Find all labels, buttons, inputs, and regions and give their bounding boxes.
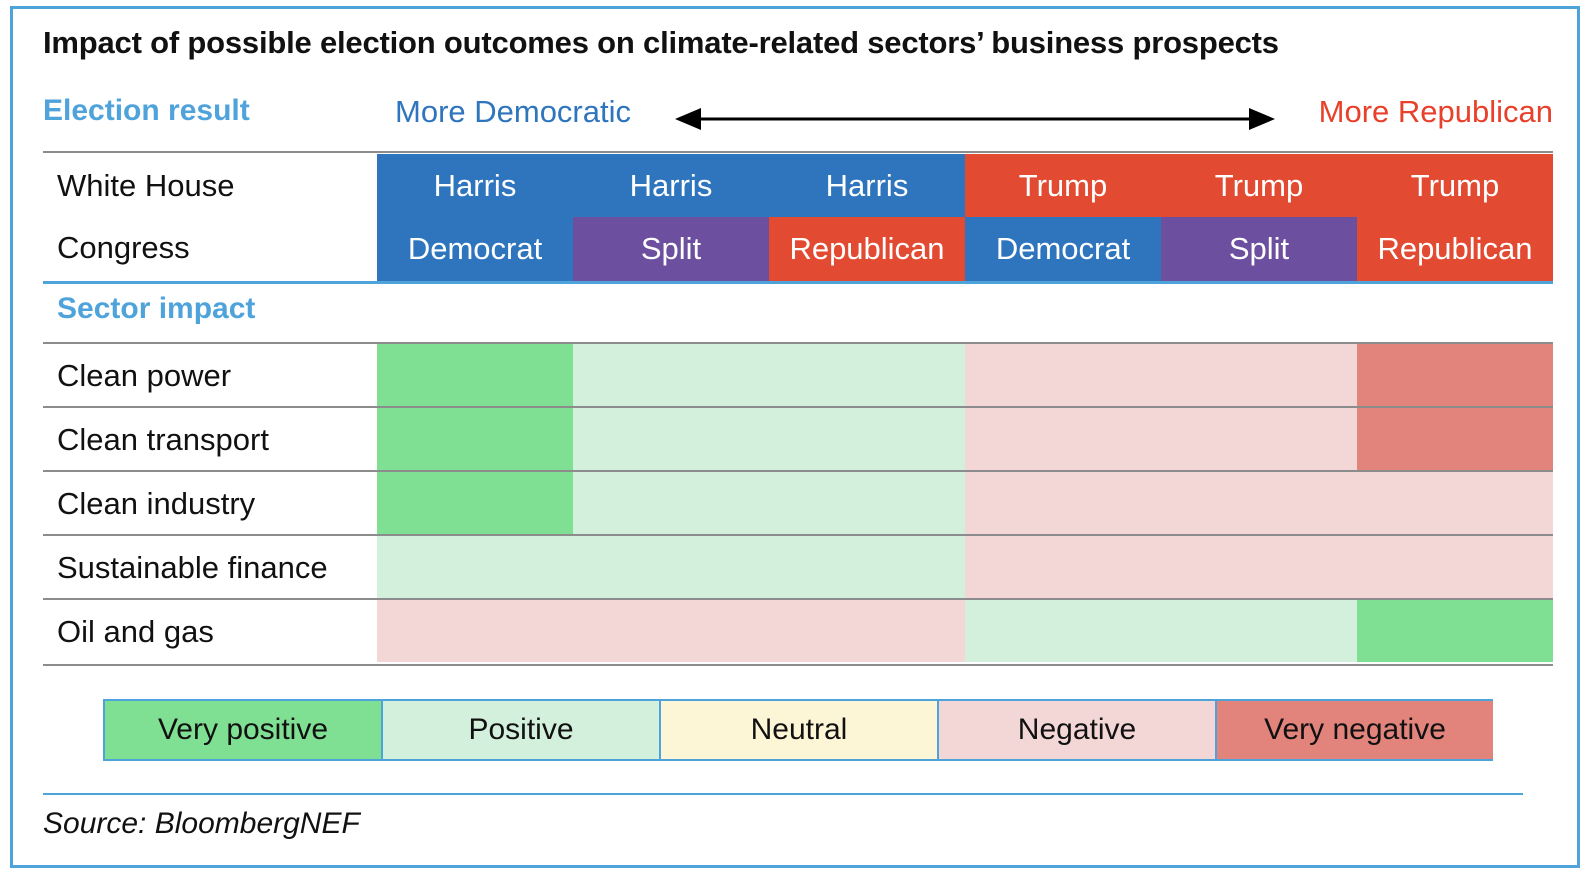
matrix-cell (377, 344, 573, 406)
row-label-white-house: White House (57, 168, 235, 203)
white-house-cell: Harris (377, 154, 573, 217)
table-row: Clean transport (43, 406, 1553, 472)
more-democratic-label: More Democratic (395, 94, 631, 129)
sector-row-cells (377, 600, 1553, 662)
matrix-cell (573, 600, 769, 662)
matrix-cell (1161, 536, 1357, 598)
sector-row-cells (377, 536, 1553, 598)
congress-cell: Split (573, 217, 769, 281)
election-header-cells: Harris Harris Harris Trump Trump Trump D… (377, 154, 1553, 281)
sector-row-label: Oil and gas (57, 614, 214, 649)
election-header-row-labels: White House Congress (43, 154, 377, 281)
matrix-cell (769, 344, 965, 406)
sector-row-cells (377, 344, 1553, 406)
sector-row-label: Clean transport (57, 422, 269, 457)
legend-item: Neutral (659, 701, 937, 759)
table-row: Oil and gas (43, 598, 1553, 666)
matrix-cell (377, 408, 573, 470)
header-top-rule (43, 151, 1553, 153)
footer-rule (43, 793, 1523, 795)
legend: Very positive Positive Neutral Negative … (103, 699, 1493, 761)
matrix-cell (1357, 344, 1553, 406)
matrix-cell (769, 408, 965, 470)
sector-row-label: Clean industry (57, 486, 256, 521)
sector-row-label: Sustainable finance (57, 550, 328, 585)
white-house-cell: Trump (965, 154, 1161, 217)
election-header-grid: White House Congress Harris Harris Harri… (43, 154, 1553, 281)
matrix-cell (377, 536, 573, 598)
congress-cell: Republican (1357, 217, 1553, 281)
white-house-cell: Harris (573, 154, 769, 217)
matrix-cell (965, 536, 1161, 598)
legend-item: Very positive (103, 701, 381, 759)
sector-impact-matrix: Clean power Clean transport Clean indust… (43, 342, 1553, 671)
election-result-label: Election result (43, 94, 250, 127)
sector-row-label: Clean power (57, 358, 232, 393)
header-bottom-rule (43, 281, 1553, 284)
matrix-cell (1161, 344, 1357, 406)
matrix-cell (769, 472, 965, 534)
sector-row-cells (377, 472, 1553, 534)
chart-frame: Impact of possible election outcomes on … (10, 6, 1580, 868)
row-label-congress: Congress (57, 230, 190, 265)
matrix-cell (1161, 600, 1357, 662)
congress-cell: Republican (769, 217, 965, 281)
matrix-cell (769, 600, 965, 662)
matrix-cell (377, 472, 573, 534)
legend-item: Positive (381, 701, 659, 759)
legend-item: Negative (937, 701, 1215, 759)
white-house-cell: Trump (1357, 154, 1553, 217)
white-house-cell: Trump (1161, 154, 1357, 217)
bidirectional-arrow-icon (675, 108, 1275, 130)
matrix-cell (573, 408, 769, 470)
table-row: Clean industry (43, 470, 1553, 536)
matrix-cell (1357, 536, 1553, 598)
matrix-cell (769, 536, 965, 598)
matrix-cell (1161, 408, 1357, 470)
congress-cell: Democrat (377, 217, 573, 281)
table-row: Sustainable finance (43, 534, 1553, 600)
election-result-band: Election result More Democratic More Rep… (43, 94, 1553, 144)
page-title: Impact of possible election outcomes on … (43, 25, 1279, 60)
congress-cell: Democrat (965, 217, 1161, 281)
matrix-cell (965, 600, 1161, 662)
white-house-cell: Harris (769, 154, 965, 217)
matrix-cell (965, 344, 1161, 406)
matrix-cell (1357, 408, 1553, 470)
matrix-cell (1357, 472, 1553, 534)
matrix-cell (965, 472, 1161, 534)
sector-row-cells (377, 408, 1553, 470)
matrix-cell (1357, 600, 1553, 662)
table-row: Clean power (43, 342, 1553, 408)
legend-item: Very negative (1215, 701, 1493, 759)
more-republican-label: More Republican (1318, 94, 1553, 129)
matrix-cell (1161, 472, 1357, 534)
matrix-cell (573, 472, 769, 534)
source-note: Source: BloombergNEF (43, 807, 360, 840)
matrix-cell (573, 344, 769, 406)
sector-impact-label: Sector impact (57, 292, 256, 325)
matrix-cell (573, 536, 769, 598)
congress-cell: Split (1161, 217, 1357, 281)
matrix-cell (965, 408, 1161, 470)
matrix-cell (377, 600, 573, 662)
